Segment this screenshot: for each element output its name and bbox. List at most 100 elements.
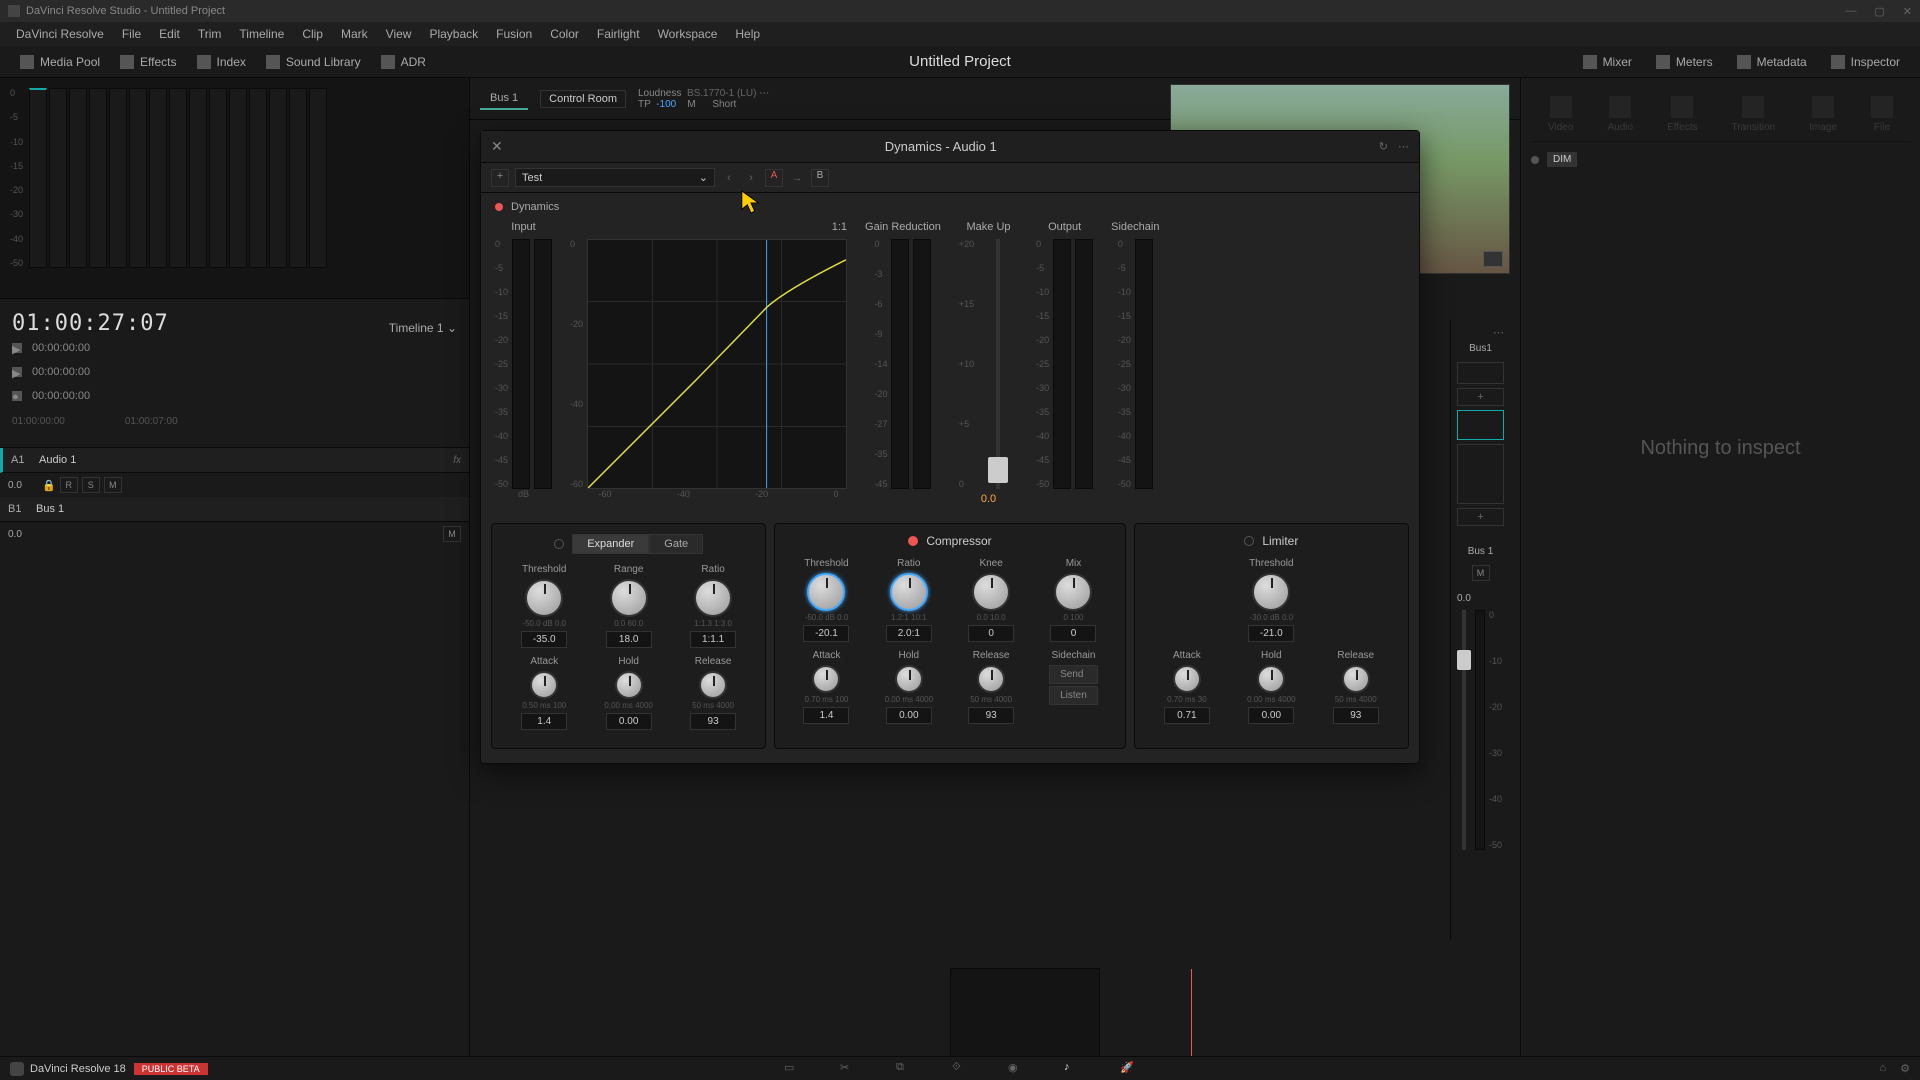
metadata-button[interactable]: Metadata	[1727, 51, 1817, 73]
comp-hold-value[interactable]: 0.00	[886, 707, 932, 724]
deliver-page-icon[interactable]: 🚀	[1120, 1061, 1136, 1077]
preset-dropdown[interactable]: Test ⌄	[515, 168, 715, 187]
track-b1[interactable]: B1 Bus 1 0.0 M	[0, 497, 469, 546]
maximize-icon[interactable]: ▢	[1874, 5, 1884, 18]
lim-attack-value[interactable]: 0.71	[1164, 707, 1210, 724]
comp-release-value[interactable]: 93	[968, 707, 1014, 724]
fairlight-page-icon[interactable]: ♪	[1064, 1061, 1080, 1077]
color-page-icon[interactable]: ◉	[1008, 1061, 1024, 1077]
settings-icon[interactable]: ⚙	[1900, 1062, 1910, 1075]
comp-mix-knob[interactable]	[1054, 573, 1092, 611]
index-button[interactable]: Index	[187, 51, 256, 73]
lim-hold-value[interactable]: 0.00	[1248, 707, 1294, 724]
play-icon[interactable]: ▶	[12, 343, 22, 353]
timeline-dropdown[interactable]: Timeline 1 ⌄	[389, 313, 457, 335]
exp-attack-value[interactable]: 1.4	[521, 713, 567, 730]
prev-preset-button[interactable]: ‹	[721, 172, 737, 184]
tab-transition[interactable]: Transition	[1732, 96, 1776, 133]
exp-threshold-knob[interactable]	[525, 579, 563, 617]
tab-video[interactable]: Video	[1548, 96, 1573, 133]
comp-threshold-knob[interactable]	[807, 573, 845, 611]
compressor-enable-toggle[interactable]	[908, 536, 918, 546]
track-gain[interactable]: 0.0	[8, 480, 38, 491]
add-preset-button[interactable]: +	[491, 169, 509, 187]
comp-threshold-value[interactable]: -20.1	[803, 625, 849, 642]
menu-workspace[interactable]: Workspace	[650, 25, 726, 43]
cut-page-icon[interactable]: ✂	[840, 1061, 856, 1077]
dynamics-curve-graph[interactable]	[587, 239, 847, 489]
expander-mode-button[interactable]: Expander	[572, 534, 649, 554]
media-page-icon[interactable]: ▭	[784, 1061, 800, 1077]
dialog-menu-icon[interactable]: ⋯	[1398, 140, 1409, 153]
media-pool-button[interactable]: Media Pool	[10, 51, 110, 73]
fusion-page-icon[interactable]: ⟐	[952, 1061, 968, 1077]
comp-knee-knob[interactable]	[972, 573, 1010, 611]
record-arm-button[interactable]: R	[60, 477, 78, 493]
dialog-close-button[interactable]: ✕	[491, 138, 503, 155]
dim-button[interactable]: DIM	[1547, 152, 1577, 167]
makeup-slider[interactable]	[978, 239, 1018, 489]
expand-icon[interactable]	[1483, 251, 1503, 267]
exp-attack-knob[interactable]	[530, 671, 558, 699]
adr-button[interactable]: ADR	[371, 51, 436, 73]
menu-mark[interactable]: Mark	[333, 25, 376, 43]
lim-hold-knob[interactable]	[1257, 665, 1285, 693]
comp-mix-value[interactable]: 0	[1050, 625, 1096, 642]
comp-hold-knob[interactable]	[895, 665, 923, 693]
menu-playback[interactable]: Playback	[421, 25, 486, 43]
reset-icon[interactable]: ↻	[1379, 140, 1388, 153]
home-icon[interactable]: ⌂	[1879, 1062, 1886, 1075]
menu-view[interactable]: View	[378, 25, 420, 43]
gate-mode-button[interactable]: Gate	[649, 534, 703, 554]
tab-file[interactable]: File	[1871, 96, 1893, 133]
record-icon[interactable]: ●	[12, 391, 22, 401]
menu-clip[interactable]: Clip	[294, 25, 331, 43]
track-gain[interactable]: 0.0	[8, 529, 38, 540]
menu-fusion[interactable]: Fusion	[488, 25, 540, 43]
ab-a-button[interactable]: A	[765, 169, 783, 187]
exp-hold-knob[interactable]	[615, 671, 643, 699]
menu-fairlight[interactable]: Fairlight	[589, 25, 648, 43]
next-preset-button[interactable]: ›	[743, 172, 759, 184]
mute-button[interactable]: M	[1472, 565, 1490, 581]
meters-button[interactable]: Meters	[1646, 51, 1723, 73]
loudness-menu-icon[interactable]: ⋯	[759, 88, 769, 99]
lock-icon[interactable]: 🔒	[42, 479, 56, 492]
expander-enable-toggle[interactable]	[554, 539, 564, 549]
comp-release-knob[interactable]	[977, 665, 1005, 693]
tab-effects[interactable]: Effects	[1667, 96, 1697, 133]
lim-attack-knob[interactable]	[1173, 665, 1201, 693]
menu-timeline[interactable]: Timeline	[231, 25, 292, 43]
track-a1[interactable]: A1 Audio 1 fx 0.0 🔒 R S M	[0, 448, 469, 497]
menu-trim[interactable]: Trim	[190, 25, 230, 43]
exp-range-knob[interactable]	[610, 579, 648, 617]
inspector-button[interactable]: Inspector	[1821, 51, 1910, 73]
bus-tab[interactable]: Bus 1	[480, 88, 528, 110]
comp-ratio-knob[interactable]	[890, 573, 928, 611]
strip-menu-icon[interactable]: ⋯	[1457, 326, 1504, 339]
limiter-enable-toggle[interactable]	[1244, 536, 1254, 546]
lim-threshold-knob[interactable]	[1252, 573, 1290, 611]
lim-threshold-value[interactable]: -21.0	[1248, 625, 1294, 642]
tab-audio[interactable]: Audio	[1607, 96, 1633, 133]
exp-release-value[interactable]: 93	[690, 713, 736, 730]
sound-library-button[interactable]: Sound Library	[256, 51, 371, 73]
exp-release-knob[interactable]	[699, 671, 727, 699]
tab-image[interactable]: Image	[1809, 96, 1837, 133]
sidechain-listen-button[interactable]: Listen	[1049, 686, 1098, 705]
fader-handle[interactable]	[1457, 650, 1471, 670]
ab-b-button[interactable]: B	[811, 169, 829, 187]
exp-hold-value[interactable]: 0.00	[606, 713, 652, 730]
exp-threshold-value[interactable]: -35.0	[521, 631, 567, 648]
close-icon[interactable]: ✕	[1903, 5, 1912, 18]
ab-copy-button[interactable]: →	[789, 172, 805, 184]
add-insert-button[interactable]: +	[1457, 388, 1504, 406]
menu-help[interactable]: Help	[727, 25, 768, 43]
mute-button[interactable]: M	[443, 526, 461, 542]
edit-page-icon[interactable]: ⧉	[896, 1061, 912, 1077]
comp-ratio-value[interactable]: 2.0:1	[886, 625, 932, 642]
dynamics-enable-toggle[interactable]	[495, 203, 503, 211]
play-icon[interactable]: ▶	[12, 367, 22, 377]
exp-ratio-value[interactable]: 1:1.1	[690, 631, 736, 648]
comp-knee-value[interactable]: 0	[968, 625, 1014, 642]
